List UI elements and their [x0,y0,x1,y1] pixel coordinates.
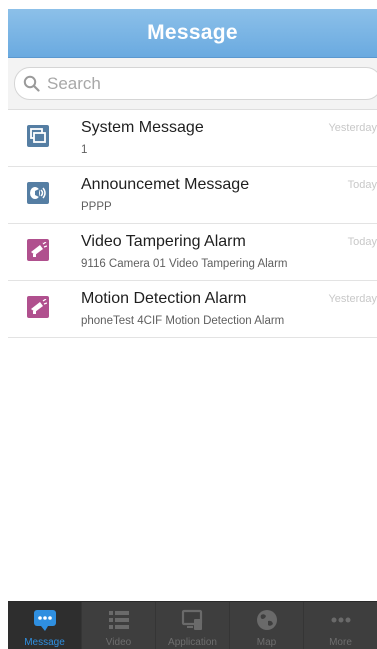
tab-application[interactable]: Application [156,602,230,649]
message-title: Announcemet Message [81,176,250,193]
message-item-announcement[interactable]: Announcemet Message PPPP Today [8,167,377,224]
message-title: Video Tampering Alarm [81,233,246,250]
tab-more[interactable]: More [304,602,377,649]
header-bar: Message [8,9,377,58]
search-box[interactable] [14,67,377,100]
application-icon [180,607,206,633]
search-icon [23,75,41,93]
search-input[interactable] [47,73,347,94]
tab-message[interactable]: Message [8,602,82,649]
message-bubble-icon [32,607,58,633]
alarm-camera-icon [27,296,49,318]
tab-label: Video [105,637,132,648]
tab-label: Message [24,637,65,648]
message-time: Today [347,236,377,248]
message-subtitle: phoneTest 4CIF Motion Detection Alarm [81,315,285,327]
tab-bar: Message Video Application Map More [8,601,377,649]
page-title: Message [147,21,238,44]
video-list-icon [106,607,132,633]
message-time: Yesterday [328,293,377,305]
alarm-camera-icon [27,239,49,261]
tab-label: Application [168,637,217,648]
globe-icon [254,607,280,633]
message-item-system[interactable]: System Message 1 Yesterday [8,110,377,167]
message-subtitle: 9116 Camera 01 Video Tampering Alarm [81,258,288,270]
tab-video[interactable]: Video [82,602,156,649]
message-time: Today [347,179,377,191]
message-title: Motion Detection Alarm [81,290,247,307]
message-item-video-tampering[interactable]: Video Tampering Alarm 9116 Camera 01 Vid… [8,224,377,281]
tab-label: Map [256,637,277,648]
message-time: Yesterday [328,122,377,134]
search-bar [8,58,377,110]
message-title: System Message [81,119,204,136]
message-subtitle: PPPP [81,201,112,213]
tab-label: More [329,637,352,648]
announcement-icon [27,182,49,204]
tab-map[interactable]: Map [230,602,304,649]
message-subtitle: 1 [81,144,88,156]
system-message-icon [27,125,49,147]
message-list: System Message 1 Yesterday Announcemet M… [8,110,377,338]
message-item-motion-detection[interactable]: Motion Detection Alarm phoneTest 4CIF Mo… [8,281,377,338]
more-dots-icon [328,607,354,633]
